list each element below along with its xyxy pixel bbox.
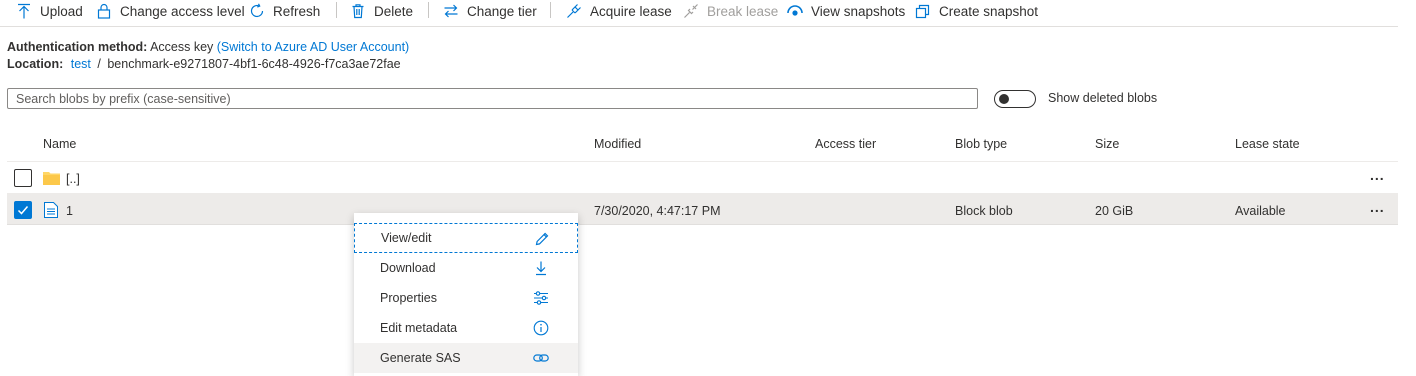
location-path: benchmark-e9271807-4bf1-6c48-4926-f7ca3a… — [107, 57, 401, 71]
menu-item-properties[interactable]: Properties — [354, 283, 578, 313]
info-icon — [533, 320, 549, 336]
row-lease-state: Available — [1235, 204, 1286, 218]
delete-button[interactable]: Delete — [350, 0, 413, 22]
search-input[interactable] — [7, 88, 978, 109]
column-header-modified[interactable]: Modified — [594, 137, 641, 151]
menu-item-label: Properties — [380, 291, 437, 305]
pencil-icon — [535, 232, 549, 246]
menu-item-label: Download — [380, 261, 436, 275]
show-deleted-toggle[interactable] — [994, 90, 1036, 108]
column-header-access-tier[interactable]: Access tier — [815, 137, 876, 151]
toggle-knob — [999, 94, 1009, 104]
toolbar-divider — [428, 2, 429, 18]
row-checkbox[interactable] — [14, 201, 32, 219]
menu-item-label: Generate SAS — [380, 351, 461, 365]
swap-arrows-icon — [444, 4, 458, 18]
unplug-icon — [684, 4, 698, 18]
view-snapshots-button[interactable]: View snapshots — [787, 0, 905, 22]
row-name[interactable]: 1 — [66, 204, 73, 218]
change-tier-label: Change tier — [467, 3, 537, 19]
delete-label: Delete — [374, 3, 414, 19]
row-name[interactable]: [..] — [66, 172, 80, 186]
menu-item-download[interactable]: Download — [354, 253, 578, 283]
row-modified: 7/30/2020, 4:47:17 PM — [594, 204, 721, 218]
command-bar: Upload Change access level Refresh Delet… — [0, 0, 1398, 27]
refresh-button[interactable]: Refresh — [249, 0, 320, 22]
snapshot-icon — [915, 4, 930, 19]
change-access-level-label: Change access level — [120, 3, 245, 19]
location-container-link[interactable]: test — [71, 57, 91, 71]
menu-item-label: Edit metadata — [380, 321, 458, 335]
lock-icon — [97, 3, 111, 19]
change-access-level-button[interactable]: Change access level — [96, 0, 245, 22]
change-tier-button[interactable]: Change tier — [443, 0, 537, 22]
toolbar-divider — [550, 2, 551, 18]
upload-label: Upload — [40, 3, 83, 19]
row-more-button[interactable]: ... — [1370, 199, 1385, 215]
folder-icon — [43, 172, 60, 185]
create-snapshot-button[interactable]: Create snapshot — [915, 0, 1038, 22]
plug-icon — [567, 4, 581, 18]
auth-method-label: Authentication method: — [7, 40, 148, 54]
location-separator: / — [97, 57, 101, 71]
link-icon — [533, 354, 549, 362]
context-menu: View/edit Download Properties Edit metad… — [354, 213, 578, 376]
checkmark-icon — [17, 206, 29, 215]
break-lease-label: Break lease — [707, 3, 779, 19]
auth-method-value: Access key — [150, 40, 214, 54]
create-snapshot-label: Create snapshot — [939, 3, 1039, 19]
refresh-icon — [250, 3, 264, 18]
trash-icon — [352, 4, 364, 19]
show-deleted-label: Show deleted blobs — [1048, 91, 1158, 105]
column-header-lease-state[interactable]: Lease state — [1235, 137, 1300, 151]
column-header-blob-type[interactable]: Blob type — [955, 137, 1007, 151]
auth-method-line: Authentication method: Access key (Switc… — [7, 40, 409, 54]
row-size: 20 GiB — [1095, 204, 1134, 218]
sliders-icon — [534, 291, 548, 305]
row-blob-type: Block blob — [955, 204, 1013, 218]
column-header-size[interactable]: Size — [1095, 137, 1119, 151]
menu-item-edit-metadata[interactable]: Edit metadata — [354, 313, 578, 343]
acquire-lease-label: Acquire lease — [590, 3, 672, 19]
column-header-name[interactable]: Name — [43, 137, 76, 151]
upload-icon — [18, 3, 30, 19]
break-lease-button[interactable]: Break lease — [683, 0, 778, 22]
acquire-lease-button[interactable]: Acquire lease — [566, 0, 672, 22]
toolbar-divider — [336, 2, 337, 18]
menu-item-generate-sas[interactable]: Generate SAS — [354, 343, 578, 373]
switch-auth-link[interactable]: (Switch to Azure AD User Account) — [217, 40, 409, 54]
location-line: Location: test / benchmark-e9271807-4bf1… — [7, 57, 401, 71]
menu-item-label: View/edit — [381, 231, 432, 245]
header-divider — [7, 161, 1398, 162]
location-label: Location: — [7, 57, 64, 71]
download-icon — [536, 261, 546, 276]
row-more-button[interactable]: ... — [1370, 167, 1385, 183]
upload-button[interactable]: Upload — [16, 0, 83, 22]
refresh-label: Refresh — [273, 3, 321, 19]
row-checkbox[interactable] — [14, 169, 32, 187]
menu-item-view-edit[interactable]: View/edit — [354, 223, 578, 253]
eye-icon — [787, 5, 803, 16]
file-icon — [44, 202, 58, 218]
view-snapshots-label: View snapshots — [811, 3, 906, 19]
